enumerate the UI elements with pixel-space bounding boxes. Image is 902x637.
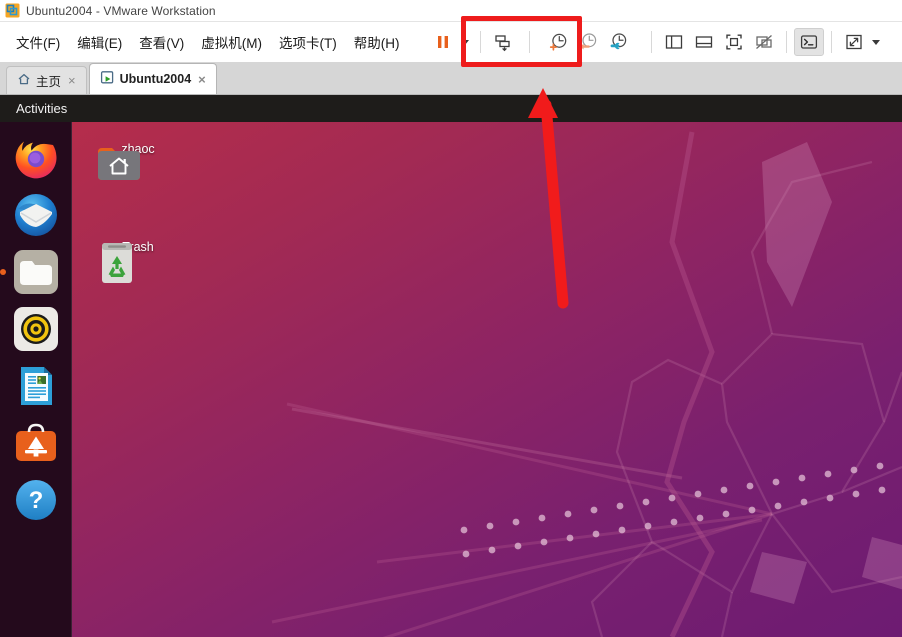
stretch-guest-button[interactable]	[839, 28, 869, 56]
clock-back-arrow-icon	[579, 33, 596, 50]
dock-item-files[interactable]	[0, 248, 60, 296]
tab-ubuntu2004[interactable]: Ubuntu2004 ×	[88, 63, 217, 94]
dock-item-help[interactable]: ?	[12, 476, 60, 524]
diagonal-arrows-icon	[845, 34, 862, 50]
guest-screen: zhaoc Trash Activities ?	[0, 95, 902, 637]
desktop-icon-trash[interactable]: Trash	[96, 240, 180, 283]
terminal-prompt-icon	[800, 35, 817, 49]
chevron-down-icon	[872, 39, 880, 45]
tab-home[interactable]: 主页 ×	[6, 66, 87, 94]
menu-edit[interactable]: 编辑(E)	[69, 27, 130, 57]
dock-item-firefox[interactable]	[12, 134, 60, 182]
show-library-button[interactable]	[659, 28, 689, 56]
full-screen-button[interactable]	[719, 28, 749, 56]
vm-play-icon	[100, 70, 115, 88]
tab-strip: 主页 × Ubuntu2004 ×	[0, 62, 902, 95]
manage-vm-button[interactable]	[488, 28, 518, 56]
svg-text:?: ?	[28, 487, 43, 514]
clock-wrench-icon	[610, 33, 626, 50]
toolbar-separator	[650, 31, 652, 53]
gnome-top-bar: Activities	[0, 95, 902, 122]
unity-mode-disabled-icon	[755, 35, 772, 49]
fullscreen-icon	[725, 34, 742, 50]
toolbar-separator	[785, 31, 787, 53]
toolbar-view-group	[659, 28, 884, 56]
toolbar-power-group	[428, 28, 518, 56]
chevron-down-icon	[461, 39, 469, 45]
revert-snapshot-button[interactable]	[573, 28, 603, 56]
desktop-wallpaper[interactable]: zhaoc Trash	[72, 122, 902, 637]
home-folder-icon	[98, 148, 140, 180]
take-snapshot-button[interactable]	[543, 28, 573, 56]
window-title: Ubuntu2004 - VMware Workstation	[26, 3, 216, 18]
menu-bar: 文件(F) 编辑(E) 查看(V) 虚拟机(M) 选项卡(T) 帮助(H)	[0, 27, 408, 57]
menu-view[interactable]: 查看(V)	[131, 27, 192, 57]
firefox-icon	[15, 141, 56, 179]
libreoffice-writer-icon	[20, 367, 52, 405]
activities-button[interactable]: Activities	[6, 98, 77, 119]
vmware-workstation-window: Ubuntu2004 - VMware Workstation 文件(F) 编辑…	[0, 0, 902, 637]
dock-item-thunderbird[interactable]	[12, 191, 60, 239]
vmware-logo-icon	[5, 3, 20, 18]
home-icon	[17, 72, 31, 89]
show-thumbnail-bar-button[interactable]	[689, 28, 719, 56]
pause-icon	[437, 36, 448, 48]
vm-settings-download-icon	[494, 35, 510, 52]
console-view-button[interactable]	[793, 28, 824, 56]
menu-help[interactable]: 帮助(H)	[346, 27, 408, 57]
title-bar: Ubuntu2004 - VMware Workstation	[0, 0, 902, 22]
stretch-dropdown-caret[interactable]	[869, 28, 884, 56]
menu-file[interactable]: 文件(F)	[8, 27, 68, 57]
tab-home-close-icon[interactable]: ×	[66, 73, 78, 88]
nautilus-files-icon	[13, 250, 58, 294]
sidebar-panel-icon	[665, 35, 682, 49]
toolbar-separator	[830, 31, 832, 53]
bottom-panel-icon	[695, 36, 712, 48]
pause-button[interactable]	[428, 28, 458, 56]
tab-ubuntu2004-close-icon[interactable]: ×	[196, 72, 208, 87]
unity-mode-button[interactable]	[749, 28, 779, 56]
dock-item-libreoffice-writer[interactable]	[12, 362, 60, 410]
clock-plus-icon	[549, 33, 566, 51]
help-question-icon: ?	[15, 480, 56, 520]
tab-ubuntu2004-label: Ubuntu2004	[119, 72, 192, 86]
desktop-icon-home-folder[interactable]: zhaoc	[96, 142, 180, 180]
snapshot-manager-button[interactable]	[603, 28, 633, 56]
dock-item-rhythmbox[interactable]	[12, 305, 60, 353]
tab-home-label: 主页	[36, 75, 62, 89]
ubuntu-software-icon	[15, 423, 56, 461]
snapshot-toolbar-group	[537, 28, 639, 56]
trash-recycle-icon	[102, 243, 132, 283]
menu-toolbar: 文件(F) 编辑(E) 查看(V) 虚拟机(M) 选项卡(T) 帮助(H)	[0, 22, 902, 62]
menu-tabs[interactable]: 选项卡(T)	[271, 27, 345, 57]
menu-vm[interactable]: 虚拟机(M)	[193, 27, 270, 57]
thunderbird-icon	[14, 194, 57, 236]
dock-item-ubuntu-software[interactable]	[12, 419, 60, 467]
running-indicator-dot	[0, 269, 6, 275]
gnome-dock: ?	[0, 122, 72, 637]
rhythmbox-icon	[13, 307, 58, 351]
toolbar-separator	[528, 31, 530, 53]
toolbar-separator	[479, 31, 481, 53]
power-dropdown-caret[interactable]	[458, 28, 473, 56]
